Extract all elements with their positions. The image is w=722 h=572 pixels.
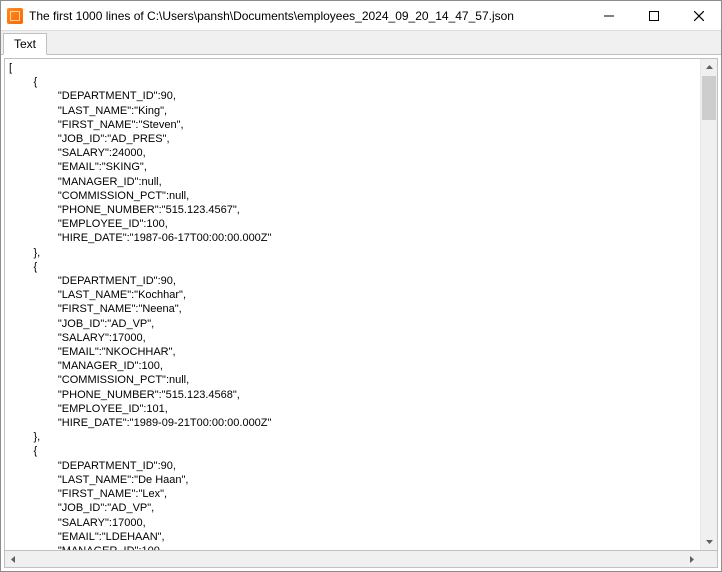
horizontal-scroll-track[interactable] (22, 551, 683, 567)
close-button[interactable] (676, 1, 721, 30)
window-controls (586, 1, 721, 30)
scroll-corner (700, 551, 717, 567)
chevron-down-icon (706, 538, 713, 545)
scroll-left-button[interactable] (5, 551, 22, 567)
text-viewer: [ { "DEPARTMENT_ID":90, "LAST_NAME":"Kin… (4, 58, 718, 551)
chevron-left-icon (10, 556, 17, 563)
maximize-icon (649, 11, 659, 21)
scroll-right-button[interactable] (683, 551, 700, 567)
app-window: The first 1000 lines of C:\Users\pansh\D… (0, 0, 722, 572)
app-icon (7, 8, 23, 24)
vertical-scrollbar[interactable] (700, 59, 717, 550)
scroll-up-button[interactable] (701, 59, 717, 76)
tab-label: Text (14, 37, 36, 51)
tab-bar: Text (1, 31, 721, 55)
tab-text[interactable]: Text (3, 33, 47, 55)
window-title: The first 1000 lines of C:\Users\pansh\D… (29, 9, 586, 23)
text-content[interactable]: [ { "DEPARTMENT_ID":90, "LAST_NAME":"Kin… (5, 59, 700, 550)
maximize-button[interactable] (631, 1, 676, 30)
titlebar[interactable]: The first 1000 lines of C:\Users\pansh\D… (1, 1, 721, 31)
horizontal-scrollbar[interactable] (4, 551, 718, 568)
scroll-down-button[interactable] (701, 533, 717, 550)
vertical-scroll-thumb[interactable] (702, 76, 716, 120)
minimize-icon (604, 11, 614, 21)
content-area: [ { "DEPARTMENT_ID":90, "LAST_NAME":"Kin… (1, 55, 721, 571)
close-icon (694, 11, 704, 21)
chevron-right-icon (688, 556, 695, 563)
minimize-button[interactable] (586, 1, 631, 30)
chevron-up-icon (706, 64, 713, 71)
